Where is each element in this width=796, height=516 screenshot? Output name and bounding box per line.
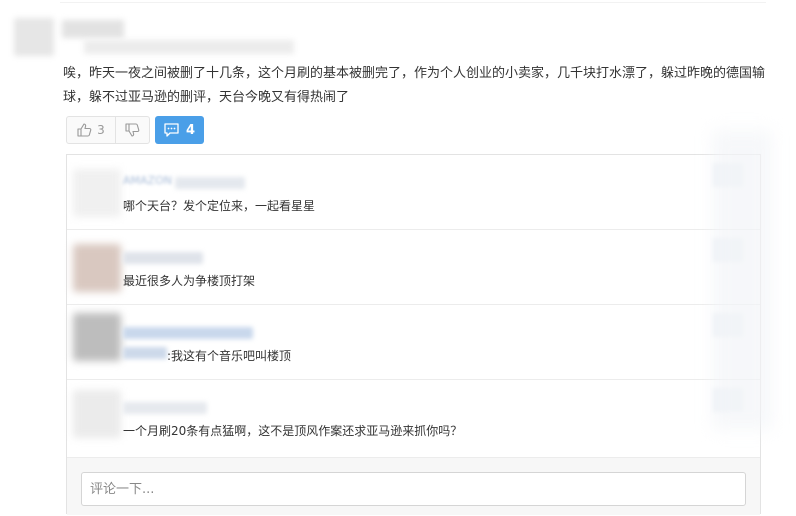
comment-text: 一个月刷20条有点猛啊，这不是顶风作案还求亚马逊来抓你吗？ [123, 424, 463, 438]
comment-item: 最近很多人为争楼顶打架 [67, 230, 760, 305]
comment-item: 一个月刷20条有点猛啊，这不是顶风作案还求亚马逊来抓你吗？ [67, 380, 760, 455]
commenter-avatar[interactable] [73, 169, 121, 217]
post-body: 唉，昨天一夜之间被删了十几条，这个月刷的基本被删完了，作为个人创业的小卖家，几千… [63, 66, 766, 105]
author-avatar[interactable] [14, 18, 54, 56]
comment-text: 哪个天台？发个定位来，一起看星星 [123, 199, 316, 213]
dislike-button[interactable] [116, 117, 149, 143]
commenter-name-blurred [175, 177, 245, 189]
comments-panel: AMAZON 哪个天台？发个定位来，一起看星星 最近很多人为争楼顶打架 :我这有… [66, 154, 761, 515]
thumbs-up-icon [77, 123, 92, 137]
comment-item: AMAZON 哪个天台？发个定位来，一起看星星 [67, 155, 760, 230]
comment-icon [164, 123, 179, 137]
reply-target-blurred[interactable] [123, 347, 167, 359]
commenter-avatar[interactable] [73, 390, 121, 438]
comment-item: :我这有个音乐吧叫楼顶 [67, 305, 760, 380]
comment-count: 4 [185, 122, 196, 138]
thumbs-down-icon [125, 123, 140, 137]
comment-input[interactable] [81, 472, 746, 506]
comments-toggle-button[interactable]: 4 [155, 116, 204, 144]
commenter-name-blurred[interactable] [123, 327, 253, 339]
commenter-name[interactable]: AMAZON [123, 174, 172, 187]
post-meta-blurred [84, 40, 294, 54]
like-button[interactable]: 3 [67, 117, 116, 143]
right-edge-blurred [712, 130, 772, 430]
commenter-avatar[interactable] [73, 313, 121, 361]
comment-text: :我这有个音乐吧叫楼顶 [167, 349, 292, 363]
post-page: 唉，昨天一夜之间被删了十几条，这个月刷的基本被删完了，作为个人创业的小卖家，几千… [0, 0, 796, 516]
like-count: 3 [97, 123, 105, 137]
commenter-name-blurred[interactable] [123, 252, 203, 264]
vote-group: 3 [66, 116, 150, 144]
top-divider [60, 2, 766, 3]
comment-input-area [67, 457, 760, 515]
comment-text: 最近很多人为争楼顶打架 [123, 274, 256, 288]
commenter-name-blurred[interactable] [123, 402, 207, 414]
commenter-avatar[interactable] [73, 244, 121, 292]
author-name-blurred[interactable] [62, 20, 124, 38]
